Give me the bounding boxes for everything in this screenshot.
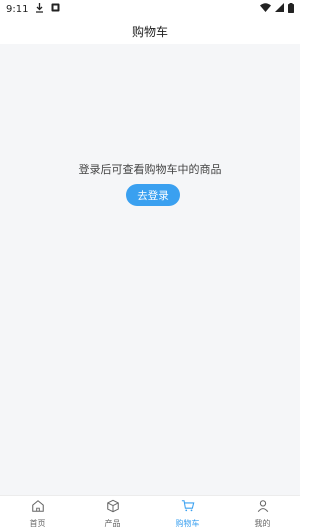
tab-mine[interactable]: 我的 [225,496,300,530]
status-time: 9:11 [6,3,29,15]
nav-bar: 购物车 [0,18,300,44]
cart-content: 登录后可查看购物车中的商品 去登录 [0,44,300,495]
tab-label: 产品 [104,518,121,528]
cart-icon [181,498,195,517]
login-button[interactable]: 去登录 [126,184,180,206]
tab-label: 购物车 [175,518,200,528]
download-icon [35,2,44,16]
tab-home[interactable]: 首页 [0,496,75,530]
tab-label: 我的 [254,518,271,528]
tab-cart[interactable]: 购物车 [150,496,225,530]
status-bar: 9:11 [0,0,300,18]
status-left: 9:11 [6,2,60,16]
cube-icon [106,498,120,517]
page-title: 购物车 [131,24,168,39]
user-icon [256,498,270,517]
tab-bar: 首页 产品 购物车 我的 [0,495,300,530]
signal-icon [275,3,284,15]
tab-products[interactable]: 产品 [75,496,150,530]
status-right [260,2,294,16]
tab-label: 首页 [29,518,46,528]
home-icon [31,498,45,517]
wifi-icon [260,3,271,15]
app-notification-icon [51,3,60,15]
battery-icon [288,2,294,16]
empty-cart-message: 登录后可查看购物车中的商品 [78,163,222,176]
